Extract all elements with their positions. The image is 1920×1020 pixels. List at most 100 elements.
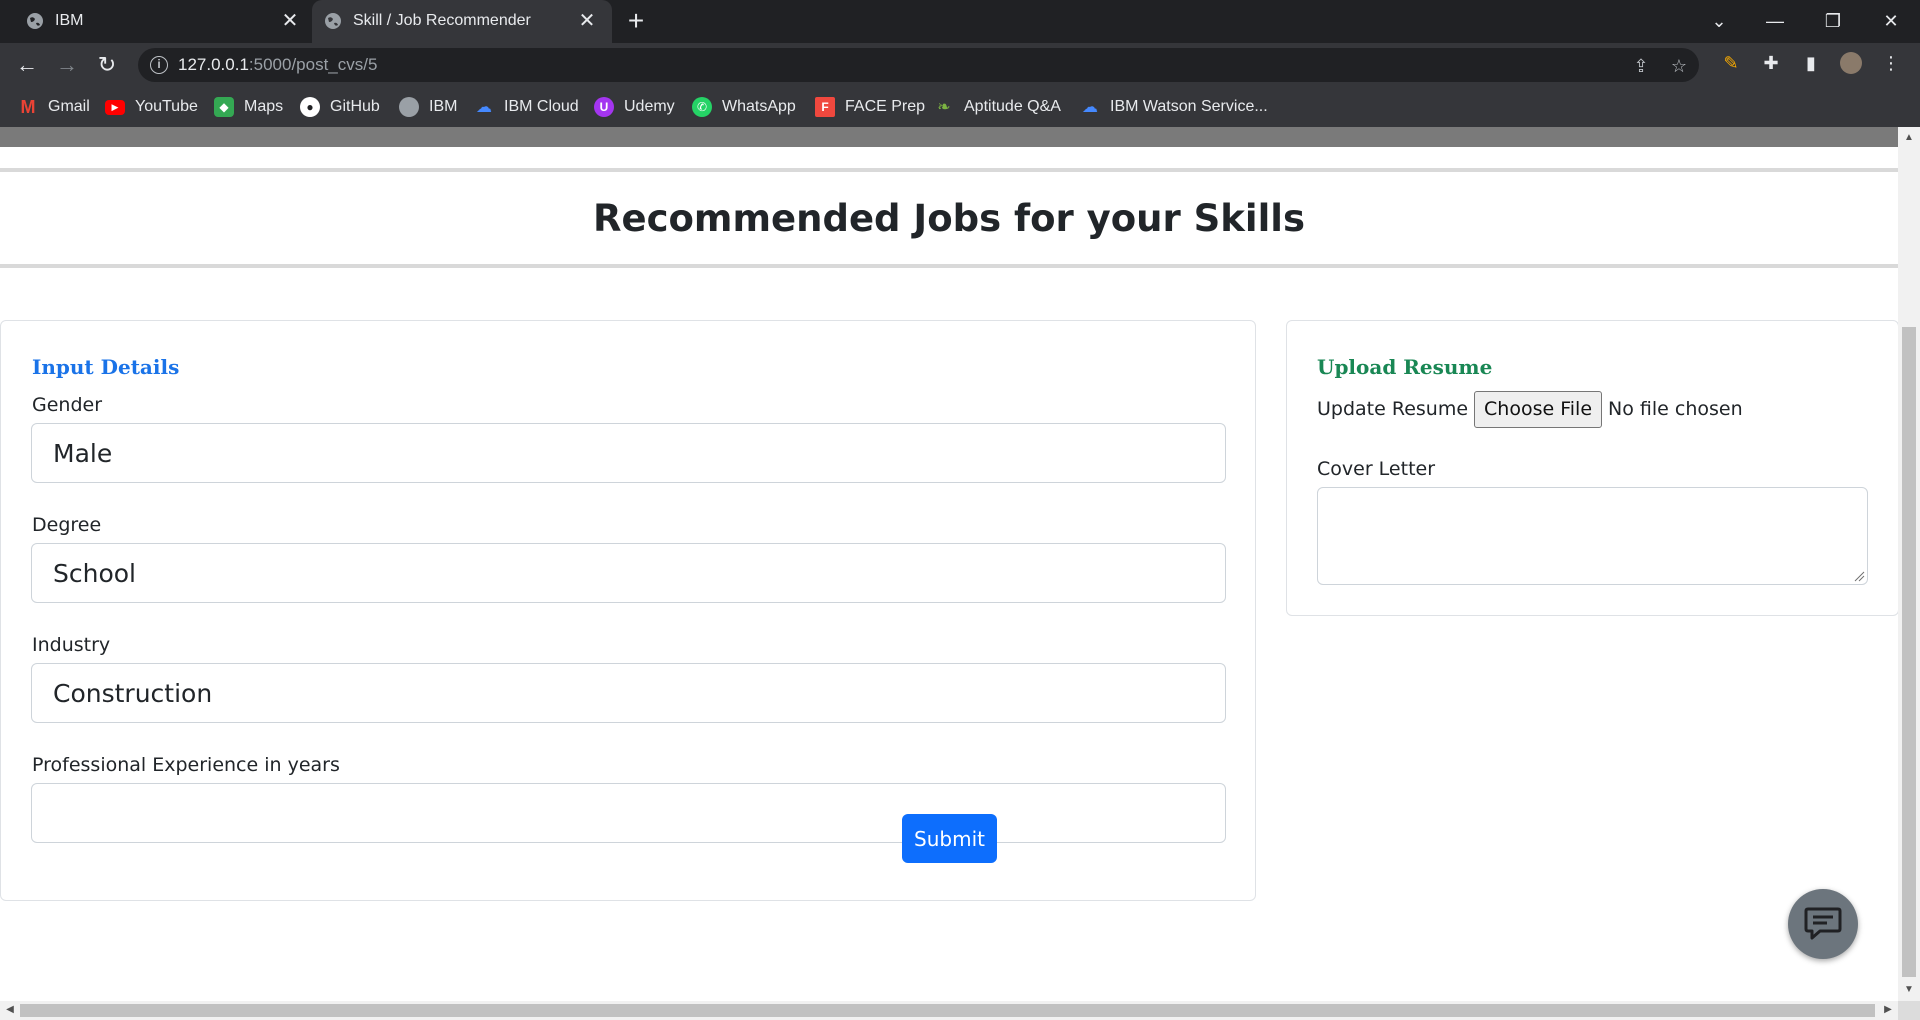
- page-viewport: Recommended Jobs for your Skills Input D…: [0, 127, 1898, 1001]
- youtube-icon: ▶: [105, 99, 125, 115]
- vertical-scrollbar[interactable]: ▲ ▼: [1898, 127, 1920, 1001]
- bookmark-star-icon[interactable]: ☆: [1668, 55, 1690, 77]
- input-details-heading: Input Details: [32, 355, 180, 379]
- github-icon: ●: [300, 97, 320, 117]
- whatsapp-icon: ✆: [692, 97, 712, 117]
- bookmarks-bar: M Gmail ▶ YouTube ◆ Maps ● GitHub IBM ☁ …: [0, 87, 1920, 127]
- site-info-icon[interactable]: i: [150, 56, 168, 74]
- tab-skill-job-recommender[interactable]: Skill / Job Recommender ✕: [312, 0, 612, 43]
- globe-icon: [399, 97, 419, 117]
- minimize-icon[interactable]: —: [1760, 8, 1790, 34]
- scroll-up-icon[interactable]: ▲: [1904, 133, 1914, 143]
- page-title: Recommended Jobs for your Skills: [593, 197, 1305, 240]
- side-panel-icon[interactable]: ▮: [1800, 52, 1822, 74]
- degree-value: School: [53, 559, 136, 588]
- gender-value: Male: [53, 439, 113, 468]
- degree-field[interactable]: School: [31, 543, 1226, 603]
- bookmark-ibm[interactable]: IBM: [399, 96, 457, 118]
- degree-label: Degree: [32, 514, 102, 536]
- experience-field[interactable]: [31, 783, 1226, 843]
- close-icon[interactable]: ✕: [576, 10, 598, 32]
- industry-label: Industry: [32, 634, 111, 656]
- window-close-icon[interactable]: ✕: [1876, 8, 1906, 34]
- horizontal-scrollbar[interactable]: ◀ ▶: [0, 1001, 1898, 1020]
- close-icon[interactable]: ✕: [279, 10, 301, 32]
- gender-field[interactable]: Male: [31, 423, 1226, 483]
- bookmark-whatsapp[interactable]: ✆ WhatsApp: [692, 96, 796, 118]
- bookmark-label: GitHub: [330, 98, 380, 115]
- update-resume-label: Update Resume: [1317, 398, 1469, 420]
- bookmark-label: Udemy: [624, 98, 675, 115]
- bookmark-label: Aptitude Q&A: [964, 98, 1061, 115]
- industry-field[interactable]: Construction: [31, 663, 1226, 723]
- bookmark-face-prep[interactable]: F FACE Prep: [815, 96, 925, 118]
- share-icon[interactable]: ⇪: [1630, 55, 1652, 77]
- bookmark-maps[interactable]: ◆ Maps: [214, 96, 283, 118]
- scroll-down-icon[interactable]: ▼: [1904, 985, 1914, 995]
- scrollbar-thumb[interactable]: [20, 1004, 1875, 1017]
- browser-toolbar: ← → ↻ i 127.0.0.1:5000/post_cvs/5 ⇪ ☆: [0, 43, 1920, 87]
- gender-label: Gender: [32, 394, 103, 416]
- back-icon[interactable]: ←: [14, 52, 40, 78]
- scrollbar-corner: [1898, 1001, 1920, 1020]
- avatar[interactable]: [1840, 52, 1862, 74]
- faceprep-icon: F: [815, 97, 835, 117]
- restore-icon[interactable]: ❐: [1818, 8, 1848, 34]
- divider: [0, 168, 1898, 172]
- leaf-icon: ❧: [937, 99, 951, 116]
- scroll-left-icon[interactable]: ◀: [5, 1005, 15, 1015]
- resize-grip-icon[interactable]: [1854, 571, 1865, 582]
- scroll-right-icon[interactable]: ▶: [1883, 1005, 1893, 1015]
- tab-ibm[interactable]: IBM ✕: [0, 0, 310, 43]
- reload-icon[interactable]: ↻: [94, 52, 120, 78]
- new-tab-button[interactable]: +: [622, 7, 650, 36]
- ibm-cloud-icon: ☁: [1082, 99, 1098, 116]
- bookmark-aptitude[interactable]: ❧ Aptitude Q&A: [934, 96, 1061, 118]
- input-details-card: Input Details Gender Male Degree School …: [0, 320, 1256, 901]
- forward-icon[interactable]: →: [54, 52, 80, 78]
- bookmark-label: FACE Prep: [845, 98, 926, 115]
- bookmark-label: IBM: [429, 98, 458, 115]
- bookmark-ibm-watson[interactable]: ☁ IBM Watson Service...: [1080, 96, 1268, 118]
- address-bar[interactable]: i 127.0.0.1:5000/post_cvs/5 ⇪ ☆: [138, 48, 1699, 82]
- bookmark-label: WhatsApp: [722, 98, 796, 115]
- bookmark-label: Gmail: [48, 98, 90, 115]
- cover-letter-textarea[interactable]: [1317, 487, 1868, 585]
- bookmark-label: IBM Watson Service...: [1110, 98, 1268, 115]
- top-header-strip: [0, 127, 1898, 147]
- url-text[interactable]: 127.0.0.1:5000/post_cvs/5: [178, 55, 377, 75]
- tab-title: IBM: [55, 12, 84, 29]
- file-status: No file chosen: [1608, 398, 1743, 420]
- submit-button[interactable]: Submit: [902, 814, 997, 863]
- udemy-icon: U: [594, 97, 614, 117]
- bookmark-udemy[interactable]: U Udemy: [594, 96, 675, 118]
- industry-value: Construction: [53, 679, 213, 708]
- tab-title: Skill / Job Recommender: [353, 12, 531, 29]
- globe-icon: [325, 13, 341, 29]
- bookmark-label: IBM Cloud: [504, 98, 579, 115]
- divider: [0, 264, 1898, 268]
- bookmark-github[interactable]: ● GitHub: [300, 96, 380, 118]
- bookmark-label: Maps: [244, 98, 284, 115]
- upload-resume-card: Upload Resume Update Resume Choose File …: [1286, 320, 1898, 616]
- scrollbar-thumb[interactable]: [1902, 327, 1916, 977]
- ibm-cloud-icon: ☁: [476, 99, 492, 116]
- kebab-menu-icon[interactable]: ⋮: [1880, 52, 1902, 74]
- gmail-icon: M: [20, 96, 36, 117]
- bookmark-gmail[interactable]: M Gmail: [18, 96, 90, 118]
- experience-label: Professional Experience in years: [32, 754, 340, 776]
- tab-search-icon[interactable]: ⌄: [1704, 8, 1734, 34]
- bookmark-ibm-cloud[interactable]: ☁ IBM Cloud: [474, 96, 579, 118]
- chat-button[interactable]: [1788, 889, 1858, 959]
- maps-icon: ◆: [214, 97, 234, 117]
- bookmark-label: YouTube: [135, 98, 198, 115]
- chat-icon: [1804, 907, 1842, 940]
- resume-file-input: Update Resume Choose File No file chosen: [1317, 390, 1743, 428]
- upload-resume-heading: Upload Resume: [1317, 355, 1493, 379]
- pen-extension-icon[interactable]: ✎: [1720, 52, 1742, 74]
- choose-file-button[interactable]: Choose File: [1474, 390, 1603, 428]
- extensions-puzzle-icon[interactable]: ✚: [1760, 52, 1782, 74]
- bookmark-youtube[interactable]: ▶ YouTube: [105, 96, 198, 118]
- globe-icon: [27, 13, 43, 29]
- tab-strip: IBM ✕ Skill / Job Recommender ✕ + ⌄ — ❐ …: [0, 0, 1920, 43]
